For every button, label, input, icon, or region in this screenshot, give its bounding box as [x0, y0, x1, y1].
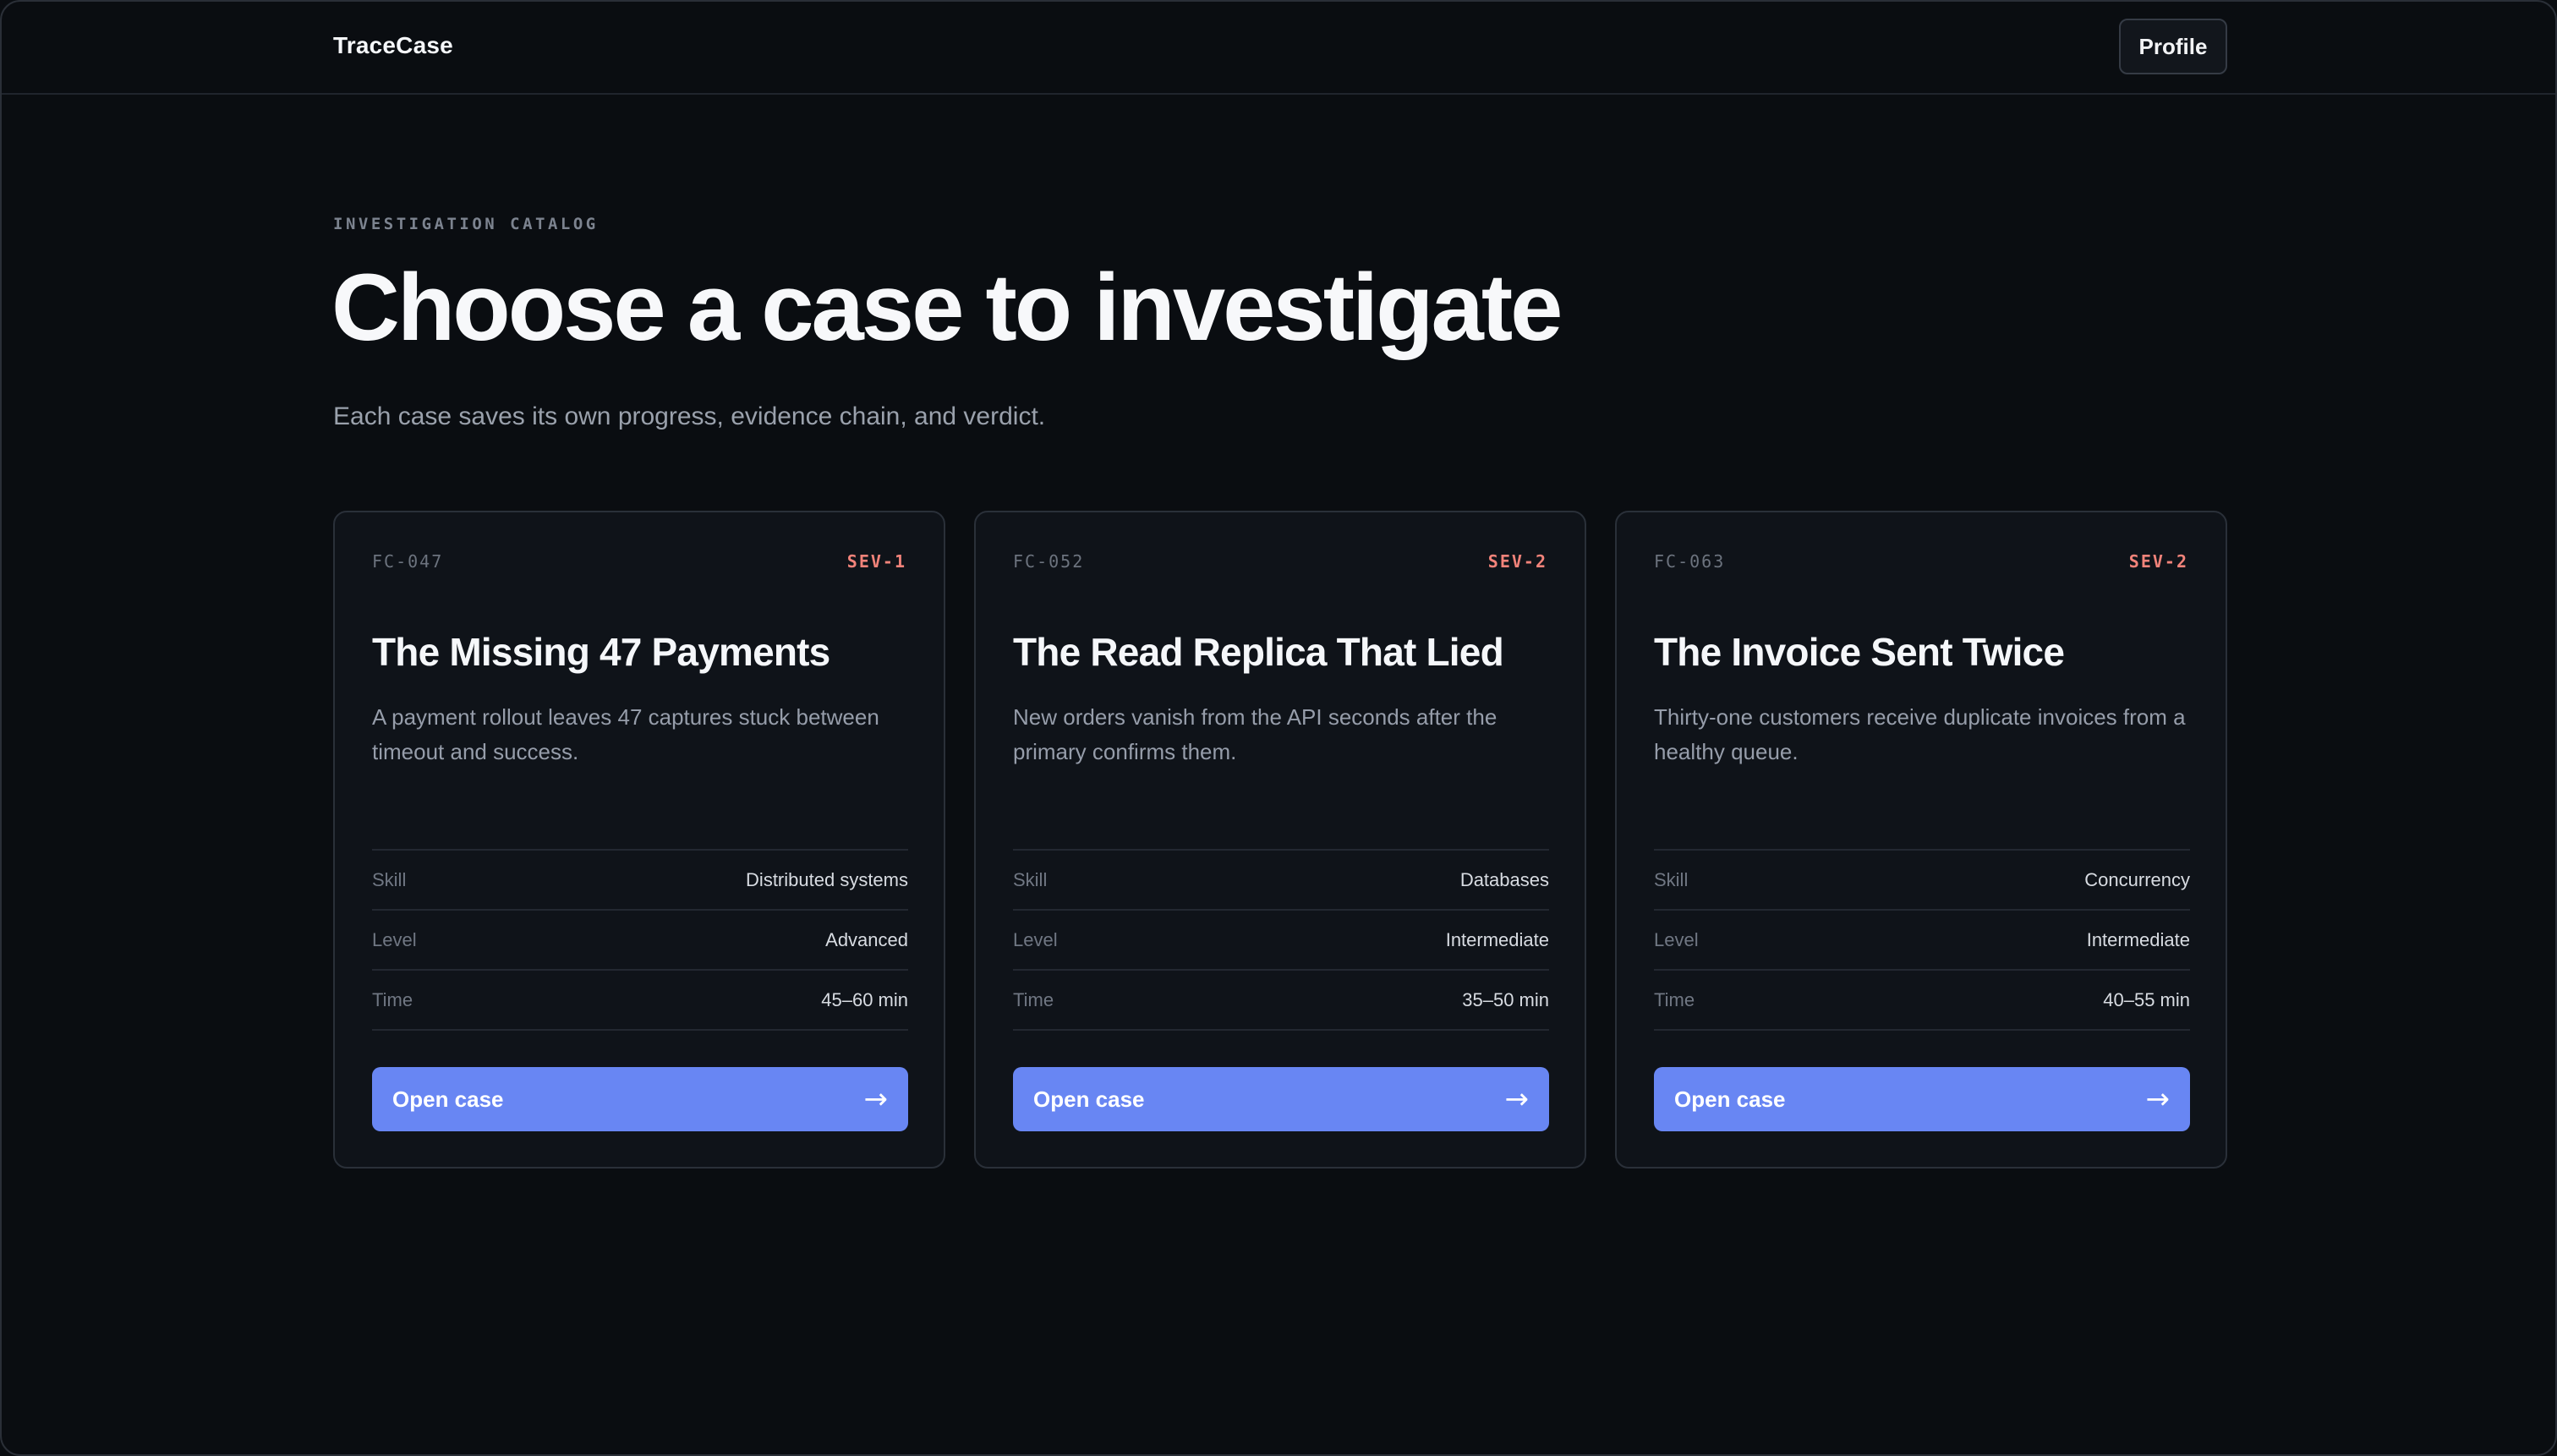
- top-nav: TraceCase Profile: [2, 2, 2555, 95]
- open-case-label: Open case: [1033, 1086, 1145, 1112]
- case-id: FC-047: [372, 551, 444, 572]
- meta-row-level: Level Intermediate: [1654, 911, 2190, 971]
- meta-row-skill: Skill Distributed systems: [372, 851, 908, 911]
- open-case-button[interactable]: Open case →: [372, 1067, 908, 1131]
- profile-button[interactable]: Profile: [2119, 19, 2227, 74]
- meta-value: 45–60 min: [821, 988, 908, 1010]
- page-subtitle: Each case saves its own progress, eviden…: [333, 402, 1046, 430]
- case-meta-table: Skill Databases Level Intermediate Time …: [1013, 849, 1549, 1031]
- meta-value: Intermediate: [1445, 928, 1549, 950]
- case-id: FC-052: [1013, 551, 1085, 572]
- case-card-fc-047: FC-047 SEV-1 The Missing 47 Payments A p…: [333, 511, 945, 1169]
- app-window: TraceCase Profile INVESTIGATION CATALOG …: [0, 0, 2557, 1456]
- meta-key: Time: [1654, 988, 1695, 1010]
- meta-row-skill: Skill Concurrency: [1654, 851, 2190, 911]
- meta-key: Level: [372, 928, 417, 950]
- catalog-eyebrow: INVESTIGATION CATALOG: [333, 215, 599, 233]
- meta-row-time: Time 45–60 min: [372, 971, 908, 1031]
- open-case-button[interactable]: Open case →: [1654, 1067, 2190, 1131]
- case-card-fc-052: FC-052 SEV-2 The Read Replica That Lied …: [974, 511, 1586, 1169]
- arrow-right-icon: →: [2145, 1082, 2171, 1116]
- meta-value: Databases: [1459, 868, 1549, 890]
- open-case-button[interactable]: Open case →: [1013, 1067, 1549, 1131]
- case-title: The Missing 47 Payments: [372, 630, 830, 674]
- meta-row-skill: Skill Databases: [1013, 851, 1549, 911]
- meta-key: Level: [1013, 928, 1058, 950]
- meta-key: Skill: [1013, 868, 1048, 890]
- meta-row-time: Time 35–50 min: [1013, 971, 1549, 1031]
- case-title: The Invoice Sent Twice: [1654, 630, 2065, 674]
- case-title: The Read Replica That Lied: [1013, 630, 1504, 674]
- meta-value: Intermediate: [2086, 928, 2190, 950]
- meta-key: Skill: [372, 868, 407, 890]
- case-description: New orders vanish from the API seconds a…: [1013, 704, 1498, 764]
- case-description: A payment rollout leaves 47 captures stu…: [372, 704, 879, 764]
- meta-row-level: Level Advanced: [372, 911, 908, 971]
- meta-key: Time: [1013, 988, 1054, 1010]
- meta-key: Skill: [1654, 868, 1689, 890]
- arrow-right-icon: →: [1504, 1082, 1530, 1116]
- case-description: Thirty-one customers receive duplicate i…: [1654, 704, 2186, 764]
- meta-value: 35–50 min: [1462, 988, 1549, 1010]
- case-meta-table: Skill Concurrency Level Intermediate Tim…: [1654, 849, 2190, 1031]
- meta-row-time: Time 40–55 min: [1654, 971, 2190, 1031]
- severity-badge: SEV-1: [846, 551, 906, 572]
- severity-badge: SEV-2: [1487, 551, 1547, 572]
- case-id: FC-063: [1654, 551, 1726, 572]
- case-list: FC-047 SEV-1 The Missing 47 Payments A p…: [333, 511, 2227, 1169]
- severity-badge: SEV-2: [2128, 551, 2188, 572]
- meta-row-level: Level Intermediate: [1013, 911, 1549, 971]
- page-title: Choose a case to investigate: [331, 255, 1563, 360]
- meta-value: Advanced: [825, 928, 908, 950]
- meta-value: 40–55 min: [2103, 988, 2190, 1010]
- meta-key: Level: [1654, 928, 1699, 950]
- case-meta-table: Skill Distributed systems Level Advanced…: [372, 849, 908, 1031]
- meta-value: Distributed systems: [746, 868, 908, 890]
- open-case-label: Open case: [392, 1086, 504, 1112]
- case-card-fc-063: FC-063 SEV-2 The Invoice Sent Twice Thir…: [1615, 511, 2227, 1169]
- meta-value: Concurrency: [2084, 868, 2190, 890]
- open-case-label: Open case: [1674, 1086, 1786, 1112]
- brand-logo[interactable]: TraceCase: [333, 32, 453, 59]
- arrow-right-icon: →: [863, 1082, 889, 1116]
- meta-key: Time: [372, 988, 413, 1010]
